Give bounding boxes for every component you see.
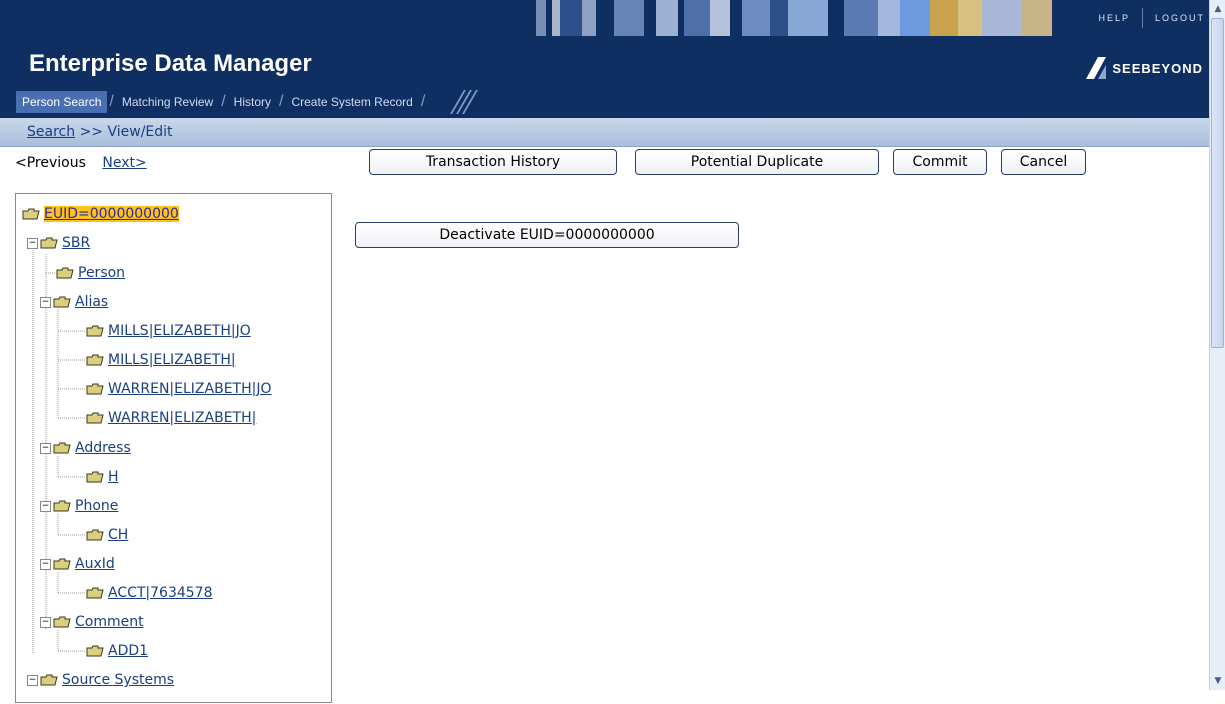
tab-matching-review[interactable]: Matching Review (116, 91, 219, 113)
scroll-up-icon[interactable]: ▲ (1212, 2, 1224, 16)
tree-node-root: EUID=0000000000 (22, 205, 179, 223)
folder-icon (86, 325, 104, 337)
tree-node-person: Person (56, 264, 125, 282)
minus-toggle-icon[interactable]: − (40, 558, 51, 570)
minus-toggle-icon[interactable]: − (27, 237, 38, 249)
tree-node-auxid-item: ACCT|7634578 (86, 584, 213, 602)
main-tabs: Person Search / Matching Review / Histor… (16, 90, 479, 114)
folder-icon (86, 412, 104, 424)
previous-label: <Previous (15, 155, 86, 171)
tree-label-phone[interactable]: Phone (75, 498, 118, 514)
folder-icon (86, 529, 104, 541)
tree-node-alias-item: WARREN|ELIZABETH| (86, 409, 256, 427)
folder-icon (86, 645, 104, 657)
tab-separator: / (420, 93, 426, 110)
tree-node-phone-item: CH (86, 526, 128, 544)
scrollbar-thumb[interactable] (1211, 18, 1224, 348)
tree-node-address: − Address (40, 439, 131, 457)
tree-node-comment: − Comment (40, 613, 144, 631)
brand-logo: SEEBEYOND (1084, 55, 1203, 81)
tree-node-alias-item: MILLS|ELIZABETH| (86, 351, 236, 369)
app-title: Enterprise Data Manager (29, 50, 312, 77)
folder-icon (40, 674, 58, 686)
tree-label-alias-item[interactable]: MILLS|ELIZABETH|JO (108, 323, 251, 339)
folder-icon (40, 237, 58, 249)
next-link[interactable]: Next> (102, 155, 146, 171)
tree-label-comment-item[interactable]: ADD1 (108, 643, 148, 659)
tree-node-source-systems: − Source Systems (27, 671, 174, 689)
tree-label-auxid-item[interactable]: ACCT|7634578 (108, 585, 213, 601)
brand-name: SEEBEYOND (1112, 60, 1203, 76)
app-header: HELP LOGOUT Enterprise Data Manager SEEB… (0, 0, 1209, 119)
breadcrumb-separator: >> (79, 124, 104, 140)
breadcrumb-bar: Search >> View/Edit (0, 118, 1209, 147)
divider (1141, 8, 1143, 28)
tree-label-person[interactable]: Person (78, 265, 125, 281)
minus-toggle-icon[interactable]: − (27, 674, 38, 686)
help-logout-bar: HELP LOGOUT (1098, 0, 1205, 36)
folder-icon (86, 383, 104, 395)
folder-icon (53, 296, 71, 308)
tab-separator: / (279, 93, 284, 110)
tree-label-alias-item[interactable]: MILLS|ELIZABETH| (108, 352, 236, 368)
tree-node-auxid: − AuxId (40, 555, 115, 573)
record-tree: EUID=0000000000 − SBR Person − Alias MIL… (15, 193, 332, 703)
logout-link[interactable]: LOGOUT (1155, 13, 1205, 23)
transaction-history-button[interactable]: Transaction History (369, 149, 617, 175)
cancel-button[interactable]: Cancel (1001, 149, 1086, 175)
tree-label-alias-item[interactable]: WARREN|ELIZABETH|JO (108, 381, 271, 397)
breadcrumb: Search >> View/Edit (27, 124, 173, 140)
folder-icon (86, 587, 104, 599)
folder-icon (22, 208, 40, 220)
tree-node-alias: − Alias (40, 293, 108, 311)
tree-node-sbr: − SBR (27, 234, 90, 252)
tree-label-root[interactable]: EUID=0000000000 (44, 206, 179, 222)
help-link[interactable]: HELP (1098, 13, 1130, 23)
breadcrumb-search-link[interactable]: Search (27, 124, 75, 140)
tree-label-sbr[interactable]: SBR (62, 235, 90, 251)
tree-label-phone-item[interactable]: CH (108, 527, 128, 543)
tree-label-alias[interactable]: Alias (75, 294, 108, 310)
folder-icon (53, 558, 71, 570)
folder-icon (86, 354, 104, 366)
tab-separator: / (221, 93, 226, 110)
pager: <Previous Next> (15, 155, 147, 171)
tree-label-alias-item[interactable]: WARREN|ELIZABETH| (108, 410, 256, 426)
tree-label-address-item[interactable]: H (108, 469, 119, 485)
tab-history[interactable]: History (228, 91, 277, 113)
folder-icon (86, 471, 104, 483)
tab-end-decoration (450, 90, 479, 114)
minus-toggle-icon[interactable]: − (40, 296, 51, 308)
folder-icon (53, 500, 71, 512)
folder-icon (53, 616, 71, 628)
tab-separator: / (109, 93, 114, 110)
tree-label-address[interactable]: Address (75, 440, 131, 456)
tree-node-phone: − Phone (40, 497, 118, 515)
deactivate-euid-button[interactable]: Deactivate EUID=0000000000 (355, 222, 739, 248)
tree-node-alias-item: WARREN|ELIZABETH|JO (86, 380, 271, 398)
commit-button[interactable]: Commit (893, 149, 987, 175)
minus-toggle-icon[interactable]: − (40, 616, 51, 628)
tree-label-source-systems[interactable]: Source Systems (62, 672, 174, 688)
folder-icon (56, 267, 74, 279)
vertical-scrollbar[interactable]: ▲ ▼ (1209, 0, 1225, 690)
scroll-down-icon[interactable]: ▼ (1212, 674, 1224, 688)
potential-duplicate-button[interactable]: Potential Duplicate (635, 149, 879, 175)
tree-node-address-item: H (86, 468, 119, 486)
minus-toggle-icon[interactable]: − (40, 500, 51, 512)
tree-label-comment[interactable]: Comment (75, 614, 144, 630)
tab-create-system-record[interactable]: Create System Record (285, 91, 418, 113)
seebeyond-logo-icon (1086, 57, 1107, 79)
tree-node-alias-item: MILLS|ELIZABETH|JO (86, 322, 251, 340)
tree-label-auxid[interactable]: AuxId (75, 556, 115, 572)
minus-toggle-icon[interactable]: − (40, 442, 51, 454)
breadcrumb-current: View/Edit (107, 124, 173, 140)
tree-node-comment-item: ADD1 (86, 642, 148, 660)
tab-person-search[interactable]: Person Search (16, 91, 108, 113)
folder-icon (53, 442, 71, 454)
